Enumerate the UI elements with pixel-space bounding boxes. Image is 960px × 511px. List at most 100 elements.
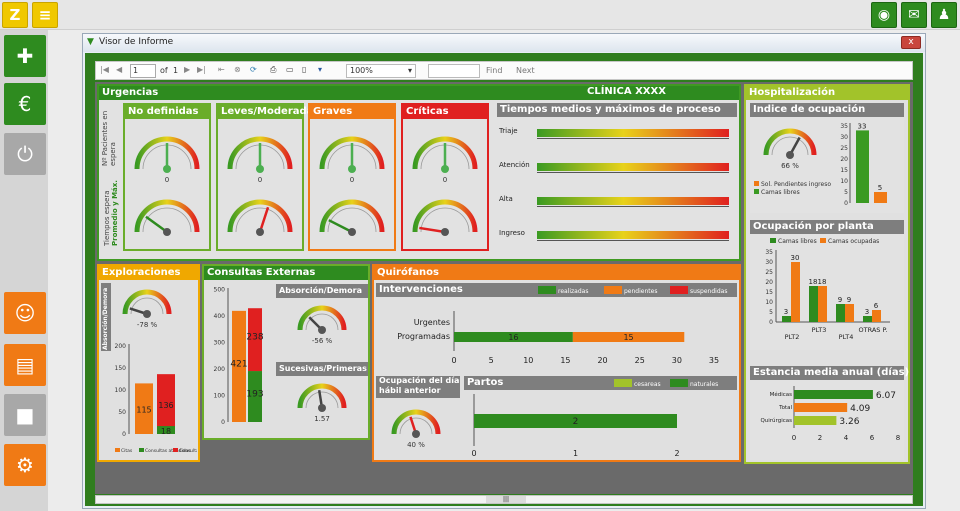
estancia-header: Estancia media anual (días) (750, 366, 909, 380)
consultas-ytick: 300 (214, 340, 226, 347)
hosp-header: Hospitalización (746, 86, 908, 100)
horizontal-scrollbar[interactable]: ||| (95, 495, 913, 504)
intervenciones-box: Intervenciones realizadas pendientes suspe… (376, 283, 737, 373)
urg-col-title: Críticas (403, 105, 487, 119)
mail-icon[interactable]: ✉ (901, 2, 927, 28)
partos-legend-label: cesareas (634, 381, 661, 388)
urg-row1-label: Nº Pacientes en espera (101, 110, 117, 166)
estancia-label: Total (778, 405, 792, 411)
partos-box: Partos cesareas naturales 2 0 1 2 (464, 376, 737, 460)
zoom-value: 100% (350, 66, 373, 75)
exploraciones-chart: -78 % 0 50 100 150 200 115 136 18 Citas Consultas … (115, 289, 197, 454)
user-alert-icon[interactable]: ◉ (871, 2, 897, 28)
explor-gauge-value: -78 % (137, 321, 158, 329)
funnel-icon: ▼ (87, 37, 94, 47)
first-page-icon[interactable]: |◀ (100, 65, 109, 74)
print-icon[interactable]: ⎙ (270, 65, 276, 75)
explor-legend-swatch (115, 448, 120, 452)
clinic-name: CLÍNICA XXXX (587, 86, 666, 97)
next-link[interactable]: Next (516, 66, 535, 75)
billing-icon[interactable]: € (4, 83, 46, 125)
urgencias-title: Urgencias (102, 87, 159, 98)
of-label: of (160, 66, 168, 75)
abs-gauge-value: -56 % (312, 337, 333, 345)
ocup-legend-label: Sol. Pendientes ingreso (761, 181, 831, 188)
ocup-legend-swatch (754, 181, 759, 186)
next-page-icon[interactable]: ▶ (184, 65, 190, 74)
partos-legend-swatch (614, 379, 632, 387)
last-page-icon[interactable]: ▶| (197, 65, 206, 74)
find-input[interactable] (428, 64, 480, 78)
explor-bar-label: 136 (158, 401, 173, 410)
estancia-xtick: 0 (792, 434, 796, 442)
estancia-value: 3.26 (839, 417, 859, 427)
zoom-select[interactable]: 100% ▾ (346, 64, 416, 78)
prev-page-icon[interactable]: ◀ (116, 65, 122, 74)
chevron-down-icon: ▾ (407, 66, 412, 75)
edit-report-icon[interactable]: ≡ (32, 2, 58, 28)
partos-bar-label: 2 (573, 417, 579, 427)
sucesivas-box: Sucesivas/Primeras 1.57 (276, 362, 368, 438)
planta-xtick: PLT4 (839, 333, 854, 341)
ocup-ytick: 35 (840, 123, 848, 130)
planta-bar (809, 286, 818, 322)
interv-xtick: 10 (523, 356, 533, 365)
interv-xtick: 20 (597, 356, 607, 365)
consultas-panel: Consultas Externas 0 100 200 300 400 500 421 19… (202, 264, 370, 440)
interv-xtick: 25 (635, 356, 645, 365)
planta-legend-label: Camas ocupadas (828, 238, 879, 245)
page-setup-icon[interactable]: ▯ (302, 65, 306, 74)
planta-bar-label: 9 (847, 296, 851, 304)
explor-gauge-hub (143, 310, 151, 318)
planta-xtick: PLT2 (785, 333, 800, 341)
planta-bar (872, 310, 881, 322)
users-icon[interactable]: ♟ (931, 2, 957, 28)
back-icon[interactable]: ⇤ (218, 65, 225, 74)
planta-bar-label: 30 (791, 254, 800, 262)
page-input[interactable]: 1 (130, 64, 156, 78)
consultas-header: Consultas Externas (204, 266, 368, 280)
cube-icon[interactable]: ■ (4, 394, 46, 436)
explor-legend-label: Citas (121, 448, 133, 454)
planta-ytick: 30 (765, 259, 773, 266)
plug-icon[interactable]: ⏻ (4, 133, 46, 175)
planta-bar-label: 3 (865, 308, 869, 316)
user-card-icon[interactable]: ☺ (4, 292, 46, 334)
urg-gauge-count-hub (163, 165, 171, 173)
close-button[interactable]: x (901, 36, 921, 49)
bar-chart-icon[interactable]: ▤ (4, 344, 46, 386)
scrollbar-thumb[interactable]: ||| (486, 496, 526, 503)
urg-gauge-time-hub (256, 228, 264, 236)
ocup-dia-header: Ocupación del día hábil anterior (376, 376, 460, 398)
planta-bar-label: 6 (874, 302, 879, 310)
explor-ytick: 150 (115, 365, 127, 372)
add-patient-icon[interactable]: ✚ (4, 35, 46, 77)
planta-bar (836, 304, 845, 322)
planta-ytick: 10 (765, 299, 773, 306)
ocup-dia-box: Ocupación del día hábil anterior 40 % (376, 376, 460, 460)
stop-icon[interactable]: ⊗ (234, 65, 241, 74)
urg-col-gauges: 0 (227, 136, 293, 236)
suc-gauge-value: 1.57 (314, 415, 330, 423)
print-layout-icon[interactable]: ▭ (286, 65, 294, 74)
suc-gauge-hub (318, 404, 326, 412)
estancia-bar (794, 403, 848, 412)
absorcion-box: Absorción/Demora -56 % (276, 284, 368, 358)
find-link[interactable]: Find (486, 66, 502, 75)
interv-xtick: 15 (560, 356, 570, 365)
top-bar: Z ≡ ◉ ✉ ♟ (0, 0, 960, 30)
ocupacion-box: Indice de ocupación 66 % 0 5 10 15 20 25 30 35 33… (750, 103, 904, 213)
ocup-bar (874, 192, 887, 203)
export-icon[interactable]: ▾ (318, 65, 322, 74)
urg-col-title: Leves/Moderadas (218, 105, 319, 119)
tiempo-row-bar (537, 231, 729, 239)
zeta-logo-icon[interactable]: Z (2, 2, 28, 28)
urg-gauge-count-hub (256, 165, 264, 173)
urg-col-1: Leves/Moderadas 0 (216, 103, 319, 251)
partos-chart: cesareas naturales 2 0 1 2 (471, 379, 718, 458)
ocup-bar-label: 5 (878, 184, 882, 192)
refresh-icon[interactable]: ⟳ (250, 65, 257, 74)
sidebar: ✚ € ⏻ ☺ ▤ ■ ⚙ (0, 30, 48, 511)
planta-box: Ocupación por planta Camas libres Camas o… (750, 220, 904, 350)
folder-settings-icon[interactable]: ⚙ (4, 444, 46, 486)
